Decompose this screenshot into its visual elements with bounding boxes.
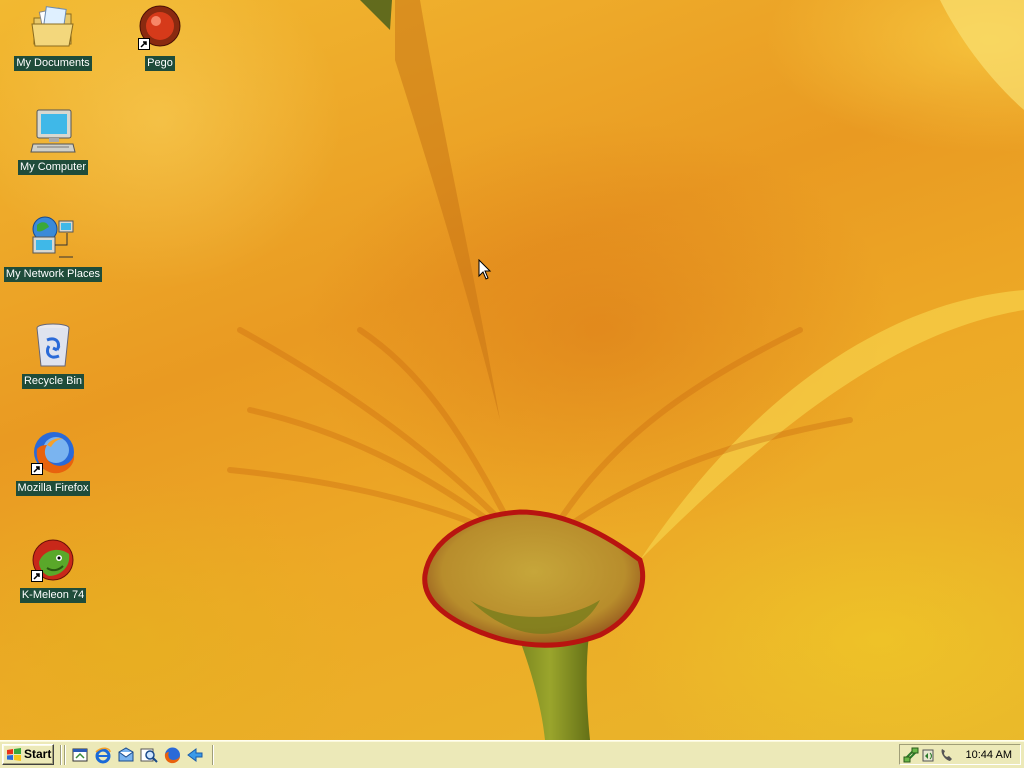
mouse-pointer-icon <box>478 259 492 280</box>
show-desktop-icon[interactable] <box>71 746 89 764</box>
outlook-express-icon[interactable] <box>117 746 135 764</box>
network-tray-icon[interactable] <box>903 747 919 763</box>
taskbar-separator <box>64 745 66 765</box>
desktop-icon-label: My Computer <box>17 160 89 175</box>
desktop-icon-mozilla-firefox[interactable]: Mozilla Firefox <box>0 429 106 496</box>
firefox-icon[interactable] <box>163 746 181 764</box>
taskbar: Start 10:44 AM <box>0 740 1024 768</box>
network-icon <box>29 215 77 263</box>
desktop-icon-label: Mozilla Firefox <box>15 481 91 496</box>
shortcut-arrow-icon <box>31 570 43 582</box>
desktop-icon-my-network-places[interactable]: My Network Places <box>0 215 106 282</box>
desktop-icon-my-computer[interactable]: My Computer <box>0 108 106 175</box>
kmeleon-icon <box>29 536 77 584</box>
system-tray: 10:44 AM <box>899 744 1021 765</box>
desktop[interactable]: My Documents Pego My Computer My Network… <box>0 0 1024 740</box>
phone-tray-icon[interactable] <box>939 747 955 763</box>
desktop-icon-label: K-Meleon 74 <box>19 588 87 603</box>
folder-icon <box>29 4 77 52</box>
desktop-icon-recycle-bin[interactable]: Recycle Bin <box>0 322 106 389</box>
taskbar-separator <box>212 745 214 765</box>
computer-icon <box>29 108 77 156</box>
desktop-icon-k-meleon[interactable]: K-Meleon 74 <box>0 536 106 603</box>
internet-explorer-icon[interactable] <box>94 746 112 764</box>
arrow-icon[interactable] <box>186 746 204 764</box>
desktop-icon-label: Pego <box>145 56 175 71</box>
shortcut-arrow-icon <box>138 38 150 50</box>
shortcut-arrow-icon <box>31 463 43 475</box>
start-button[interactable]: Start <box>2 744 54 765</box>
firefox-icon <box>29 429 77 477</box>
search-icon[interactable] <box>140 746 158 764</box>
windows-logo-icon <box>7 747 21 761</box>
taskbar-separator <box>60 745 62 765</box>
taskbar-clock[interactable]: 10:44 AM <box>966 748 1012 762</box>
start-label: Start <box>24 747 52 761</box>
desktop-icon-label: Recycle Bin <box>21 374 85 389</box>
flower-wallpaper <box>227 0 1024 740</box>
desktop-icon-label: My Documents <box>14 56 92 71</box>
desktop-icon-my-documents[interactable]: My Documents <box>0 4 106 71</box>
volume-tray-icon[interactable] <box>921 747 937 763</box>
pego-icon <box>136 4 184 52</box>
recycle-bin-icon <box>29 322 77 370</box>
desktop-icon-pego[interactable]: Pego <box>107 4 213 71</box>
desktop-icon-label: My Network Places <box>3 267 103 282</box>
